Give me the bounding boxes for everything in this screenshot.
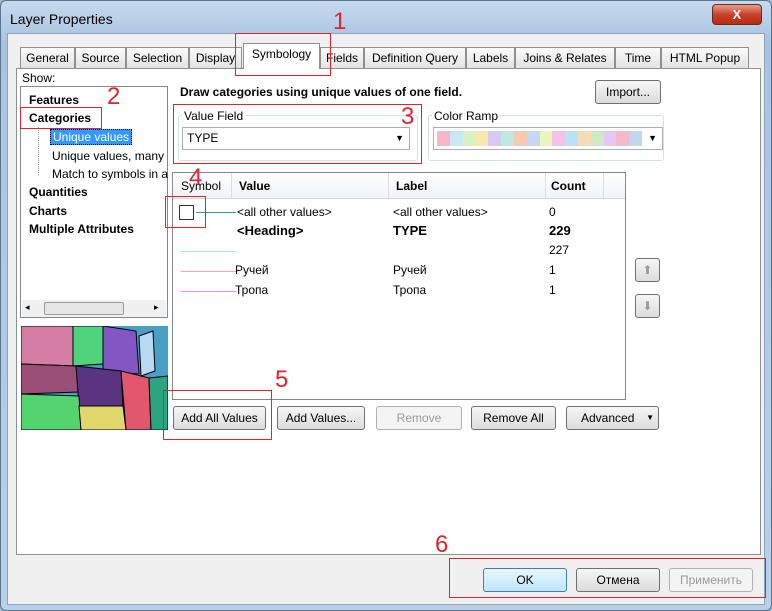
color-ramp-swatch	[437, 131, 450, 146]
tab-general[interactable]: General	[20, 47, 75, 69]
chevron-down-icon: ▼	[648, 133, 657, 143]
row-count: 1	[549, 283, 556, 297]
scroll-thumb[interactable]	[44, 302, 124, 315]
annotation-number-4: 4	[189, 164, 203, 191]
tab-definition-query[interactable]: Definition Query	[364, 47, 466, 69]
color-ramp-swatch	[462, 131, 476, 146]
advanced-label: Advanced	[581, 411, 635, 425]
tab-joins-relates[interactable]: Joins & Relates	[515, 47, 615, 69]
row-value[interactable]: <all other values>	[237, 205, 332, 219]
color-ramp-swatch	[449, 131, 463, 146]
show-label: Show:	[22, 71, 56, 85]
header-count[interactable]: Count	[551, 179, 586, 193]
annotation-box-4	[165, 196, 206, 228]
tree-unique-values-many[interactable]: Unique values, many	[52, 149, 164, 163]
description-text: Draw categories using unique values of o…	[180, 85, 463, 99]
horizontal-scrollbar[interactable]: ◂ ▸	[22, 300, 166, 317]
remove-button[interactable]: Remove	[376, 406, 462, 430]
color-ramp-swatch	[539, 131, 553, 146]
tab-time[interactable]: Time	[615, 47, 661, 69]
scroll-right-icon[interactable]: ▸	[154, 302, 159, 313]
add-values-button[interactable]: Add Values...	[277, 406, 365, 430]
import-button[interactable]: Import...	[595, 80, 661, 104]
row-count: 1	[549, 263, 556, 277]
tree-features[interactable]: Features	[29, 93, 79, 107]
tab-html-popup[interactable]: HTML Popup	[661, 47, 749, 69]
arrow-down-icon: ⬇	[642, 299, 653, 313]
symbol-line	[181, 271, 236, 272]
header-value[interactable]: Value	[239, 179, 270, 193]
arrow-up-icon: ⬆	[642, 263, 653, 277]
tree-multiple-attributes[interactable]: Multiple Attributes	[29, 222, 134, 236]
color-ramp-swatch	[616, 131, 630, 146]
color-ramp-swatch	[552, 131, 566, 146]
tab-symbology[interactable]: Symbology	[243, 43, 320, 69]
color-ramp-swatch	[488, 131, 502, 146]
tab-source[interactable]: Source	[75, 47, 126, 69]
color-ramp-swatch	[513, 131, 527, 146]
row-label[interactable]: Ручей	[393, 263, 427, 277]
values-table[interactable]: Symbol Value Label Count <all other valu…	[172, 172, 626, 400]
color-ramp-label: Color Ramp	[432, 109, 501, 123]
annotation-box-6	[449, 558, 766, 598]
annotation-box-3	[173, 104, 422, 164]
tab-labels[interactable]: Labels	[466, 47, 515, 69]
annotation-number-2: 2	[107, 83, 121, 110]
tree-match-symbols[interactable]: Match to symbols in a	[52, 167, 168, 181]
color-ramp-swatches	[437, 131, 642, 146]
color-ramp-swatch	[577, 131, 591, 146]
row-label[interactable]: <all other values>	[393, 205, 488, 219]
row-value[interactable]: <Heading>	[237, 223, 303, 238]
move-down-button[interactable]: ⬇	[635, 294, 660, 318]
remove-all-button[interactable]: Remove All	[471, 406, 556, 430]
header-label[interactable]: Label	[396, 179, 427, 193]
tree-charts[interactable]: Charts	[29, 204, 67, 218]
row-value[interactable]: Тропа	[235, 283, 268, 297]
annotation-box-2	[20, 107, 102, 129]
map-preview	[21, 326, 168, 430]
close-button[interactable]: X	[712, 4, 762, 25]
color-ramp-swatch	[475, 131, 489, 146]
color-ramp-swatch	[590, 131, 604, 146]
move-up-button[interactable]: ⬆	[635, 258, 660, 282]
row-count: 227	[549, 243, 570, 257]
symbol-line	[181, 291, 236, 292]
row-value[interactable]: Ручей	[235, 263, 269, 277]
annotation-number-3: 3	[401, 103, 415, 130]
row-label[interactable]: TYPE	[393, 223, 427, 238]
tree-unique-values[interactable]: Unique values	[50, 129, 133, 145]
table-header: Symbol Value Label Count	[173, 173, 625, 199]
tree-connector	[38, 127, 39, 175]
row-label[interactable]: Тропа	[393, 283, 426, 297]
annotation-number-5: 5	[275, 366, 289, 393]
window-title: Layer Properties	[10, 11, 113, 27]
annotation-number-1: 1	[333, 8, 347, 35]
annotation-box-5	[163, 390, 272, 440]
dropdown-arrow-icon: ▼	[646, 413, 654, 422]
tab-selection[interactable]: Selection	[126, 47, 189, 69]
color-ramp-swatch	[629, 131, 642, 146]
row-count: 229	[549, 223, 571, 238]
scroll-left-icon[interactable]: ◂	[25, 302, 30, 313]
advanced-button[interactable]: Advanced ▼	[566, 406, 659, 430]
tree-quantities[interactable]: Quantities	[29, 185, 88, 199]
color-ramp-swatch	[526, 131, 540, 146]
annotation-number-6: 6	[435, 531, 449, 558]
row-count: 0	[549, 205, 556, 219]
color-ramp-select[interactable]: ▼	[433, 127, 663, 150]
color-ramp-swatch	[603, 131, 617, 146]
color-ramp-swatch	[565, 131, 578, 146]
symbol-line	[181, 251, 236, 252]
color-ramp-swatch	[501, 131, 514, 146]
